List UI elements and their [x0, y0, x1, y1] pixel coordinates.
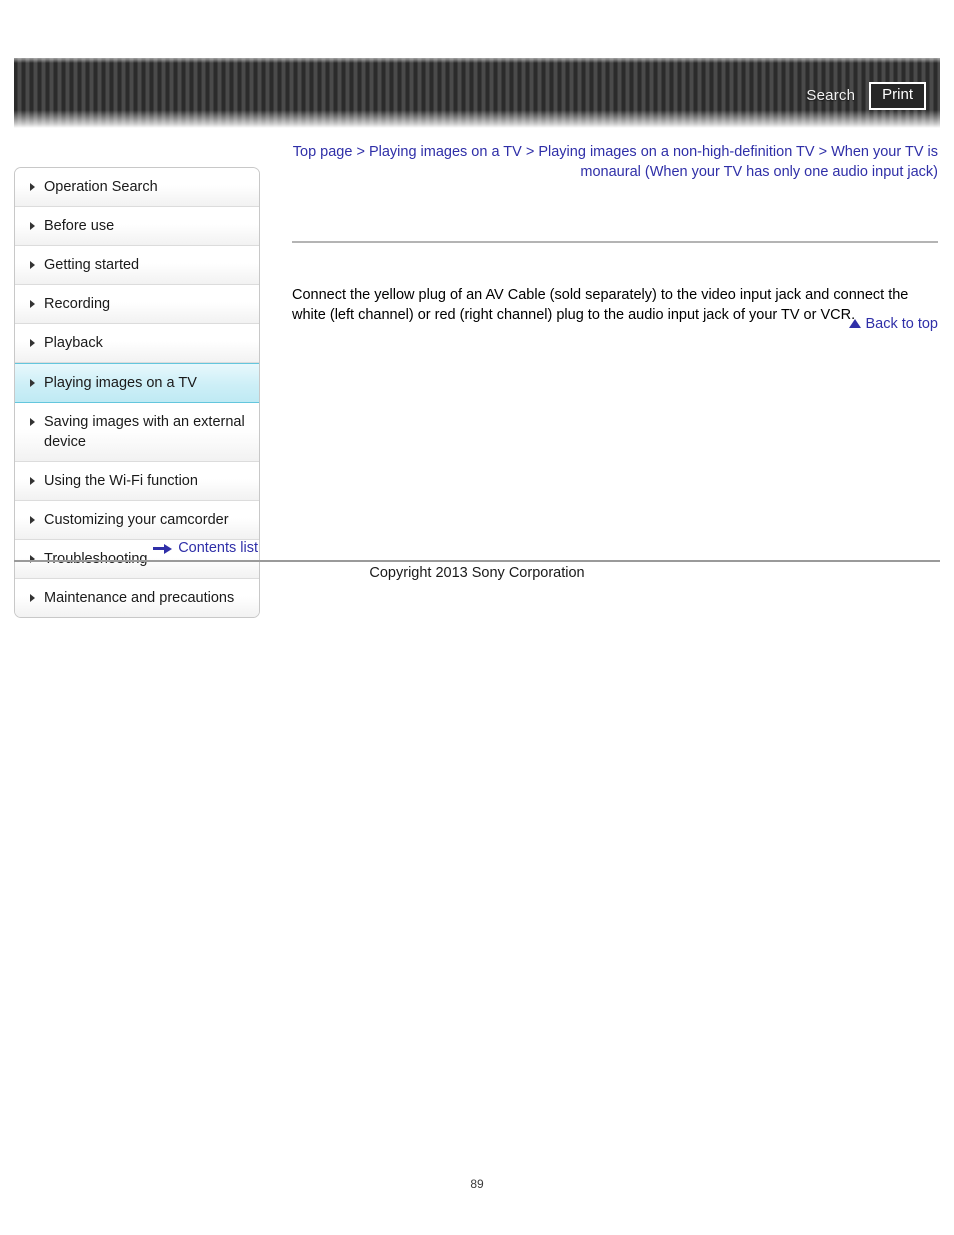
triangle-right-icon [30, 300, 35, 308]
sidebar-item-customizing-your-camcorder[interactable]: Customizing your camcorder [15, 501, 259, 540]
sidebar-item-label: Playing images on a TV [44, 375, 197, 391]
print-button[interactable]: Print [869, 82, 926, 110]
triangle-right-icon [30, 222, 35, 230]
triangle-right-icon [30, 516, 35, 524]
header-controls: Search Print [806, 82, 926, 110]
header-banner: Search Print [14, 58, 940, 128]
triangle-right-icon [30, 418, 35, 426]
sidebar-item-label: Before use [44, 218, 115, 234]
triangle-right-icon [30, 594, 35, 602]
triangle-right-icon [30, 379, 35, 387]
contents-list-link[interactable]: Contents list [14, 540, 258, 556]
sidebar-item-label: Customizing your camcorder [44, 512, 229, 528]
sidebar-item-saving-images-external-device[interactable]: Saving images with an external device [15, 403, 259, 462]
content-divider [292, 241, 938, 243]
footer-divider [14, 560, 940, 562]
sidebar-item-maintenance-and-precautions[interactable]: Maintenance and precautions [15, 579, 259, 617]
arrow-right-icon [153, 543, 173, 554]
sidebar-item-playing-images-on-a-tv[interactable]: Playing images on a TV [15, 363, 259, 403]
triangle-right-icon [30, 183, 35, 191]
back-to-top-label: Back to top [865, 316, 938, 332]
sidebar-item-label: Operation Search [44, 179, 158, 195]
sidebar-item-label: Saving images with an external device [44, 414, 245, 450]
sidebar-item-before-use[interactable]: Before use [15, 207, 259, 246]
sidebar-item-operation-search[interactable]: Operation Search [15, 168, 259, 207]
triangle-right-icon [30, 261, 35, 269]
search-link[interactable]: Search [806, 87, 855, 104]
triangle-right-icon [30, 477, 35, 485]
page-number: 89 [470, 1177, 484, 1191]
sidebar-item-getting-started[interactable]: Getting started [15, 246, 259, 285]
copyright-notice: Copyright 2013 Sony Corporation [369, 565, 585, 581]
sidebar-item-playback[interactable]: Playback [15, 324, 259, 363]
sidebar-item-label: Maintenance and precautions [44, 590, 235, 606]
sidebar-item-label: Getting started [44, 257, 140, 273]
sidebar-item-recording[interactable]: Recording [15, 285, 259, 324]
back-to-top-link[interactable]: Back to top [292, 316, 938, 332]
triangle-right-icon [30, 339, 35, 347]
sidebar-item-label: Recording [44, 296, 111, 312]
breadcrumb[interactable]: Top page > Playing images on a TV > Play… [292, 142, 938, 182]
sidebar-item-using-wifi-function[interactable]: Using the Wi-Fi function [15, 462, 259, 501]
sidebar-item-label: Playback [44, 335, 103, 351]
triangle-up-icon [849, 319, 862, 328]
sidebar-item-label: Using the Wi-Fi function [44, 473, 198, 489]
contents-list-label: Contents list [178, 540, 258, 556]
